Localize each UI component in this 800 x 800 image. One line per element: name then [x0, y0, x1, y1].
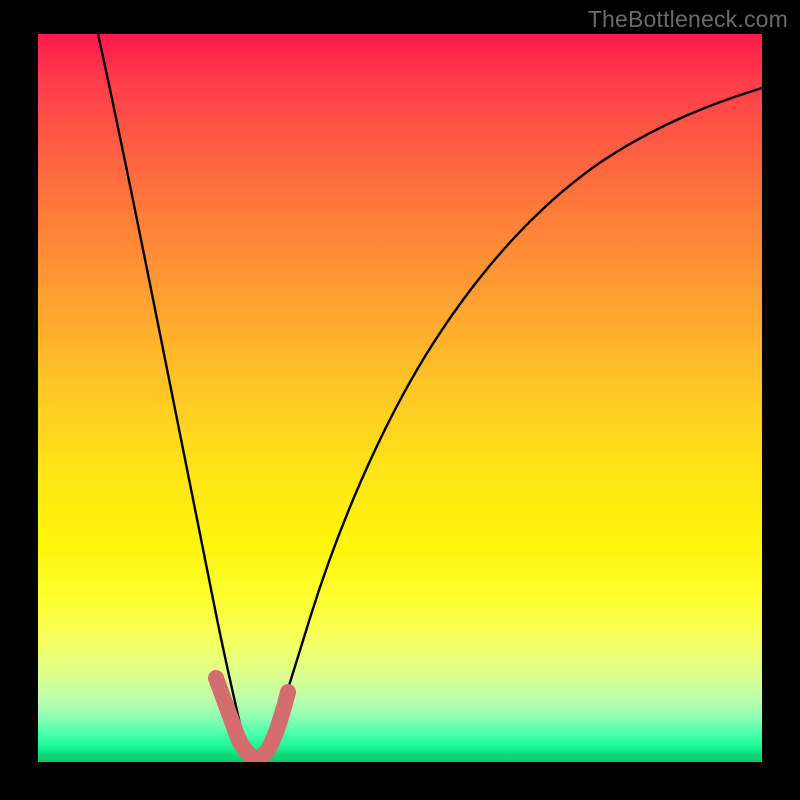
highlight-segment	[216, 678, 288, 758]
watermark-text: TheBottleneck.com	[588, 6, 788, 33]
curve-path	[98, 34, 762, 758]
plot-area	[38, 34, 762, 762]
bottleneck-curve	[38, 34, 762, 762]
chart-frame: TheBottleneck.com	[0, 0, 800, 800]
